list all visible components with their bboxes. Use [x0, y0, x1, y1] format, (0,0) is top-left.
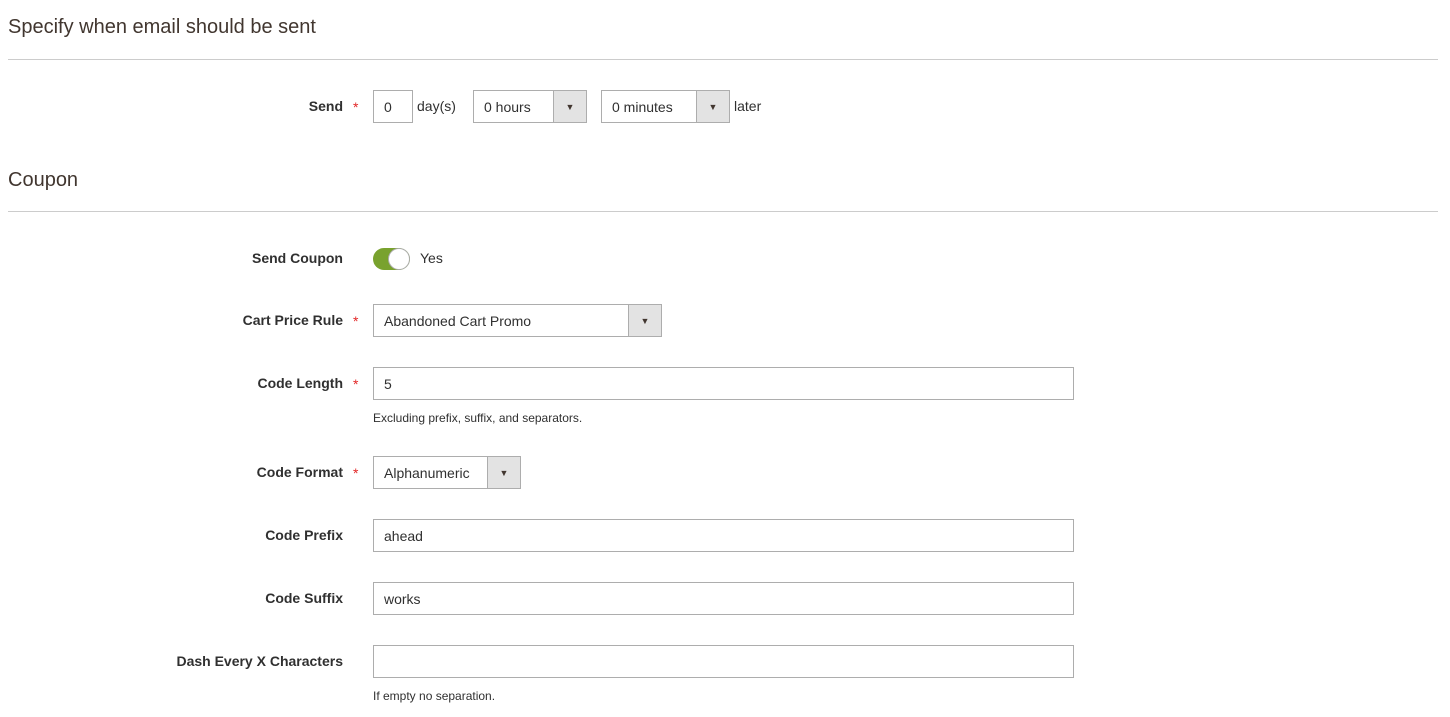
dash-every-label: Dash Every X Characters — [176, 653, 343, 669]
section-divider — [8, 211, 1438, 212]
chevron-down-icon[interactable]: ▼ — [553, 91, 586, 122]
send-hours-select[interactable]: 0 hours ▼ — [473, 90, 587, 123]
code-length-label: Code Length — [257, 375, 343, 391]
cart-price-rule-label: Cart Price Rule — [242, 312, 343, 328]
required-mark: * — [353, 376, 359, 392]
chevron-down-icon[interactable]: ▼ — [696, 91, 729, 122]
required-mark: * — [353, 99, 359, 115]
toggle-knob — [388, 248, 410, 270]
send-coupon-state: Yes — [420, 250, 443, 266]
send-minutes-select[interactable]: 0 minutes ▼ — [601, 90, 730, 123]
section-divider — [8, 59, 1438, 60]
code-prefix-input[interactable]: ahead — [373, 519, 1074, 552]
dash-every-input[interactable] — [373, 645, 1074, 678]
code-format-label: Code Format — [256, 464, 343, 480]
dash-every-note: If empty no separation. — [373, 689, 496, 703]
days-unit-label: day(s) — [417, 98, 456, 114]
send-coupon-toggle[interactable] — [373, 248, 410, 270]
code-length-note: Excluding prefix, suffix, and separators… — [373, 411, 583, 425]
code-format-value: Alphanumeric — [384, 464, 470, 481]
send-minutes-value: 0 minutes — [612, 98, 673, 115]
send-hours-value: 0 hours — [484, 98, 531, 115]
send-label: Send — [308, 98, 343, 114]
chevron-down-icon[interactable]: ▼ — [628, 305, 661, 336]
section-title-coupon: Coupon — [8, 169, 79, 191]
send-days-input[interactable]: 0 — [373, 90, 413, 123]
cart-price-rule-select[interactable]: Abandoned Cart Promo ▼ — [373, 304, 662, 337]
send-later-label: later — [734, 98, 762, 114]
send-coupon-label: Send Coupon — [252, 250, 343, 266]
code-suffix-input[interactable]: works — [373, 582, 1074, 615]
cart-price-rule-value: Abandoned Cart Promo — [384, 312, 532, 329]
chevron-down-icon[interactable]: ▼ — [487, 457, 520, 488]
required-mark: * — [353, 465, 359, 481]
section-title-schedule: Specify when email should be sent — [8, 16, 316, 38]
required-mark: * — [353, 313, 359, 329]
code-prefix-label: Code Prefix — [265, 527, 343, 543]
code-suffix-label: Code Suffix — [265, 590, 343, 606]
code-length-input[interactable]: 5 — [373, 367, 1074, 400]
code-format-select[interactable]: Alphanumeric ▼ — [373, 456, 521, 489]
